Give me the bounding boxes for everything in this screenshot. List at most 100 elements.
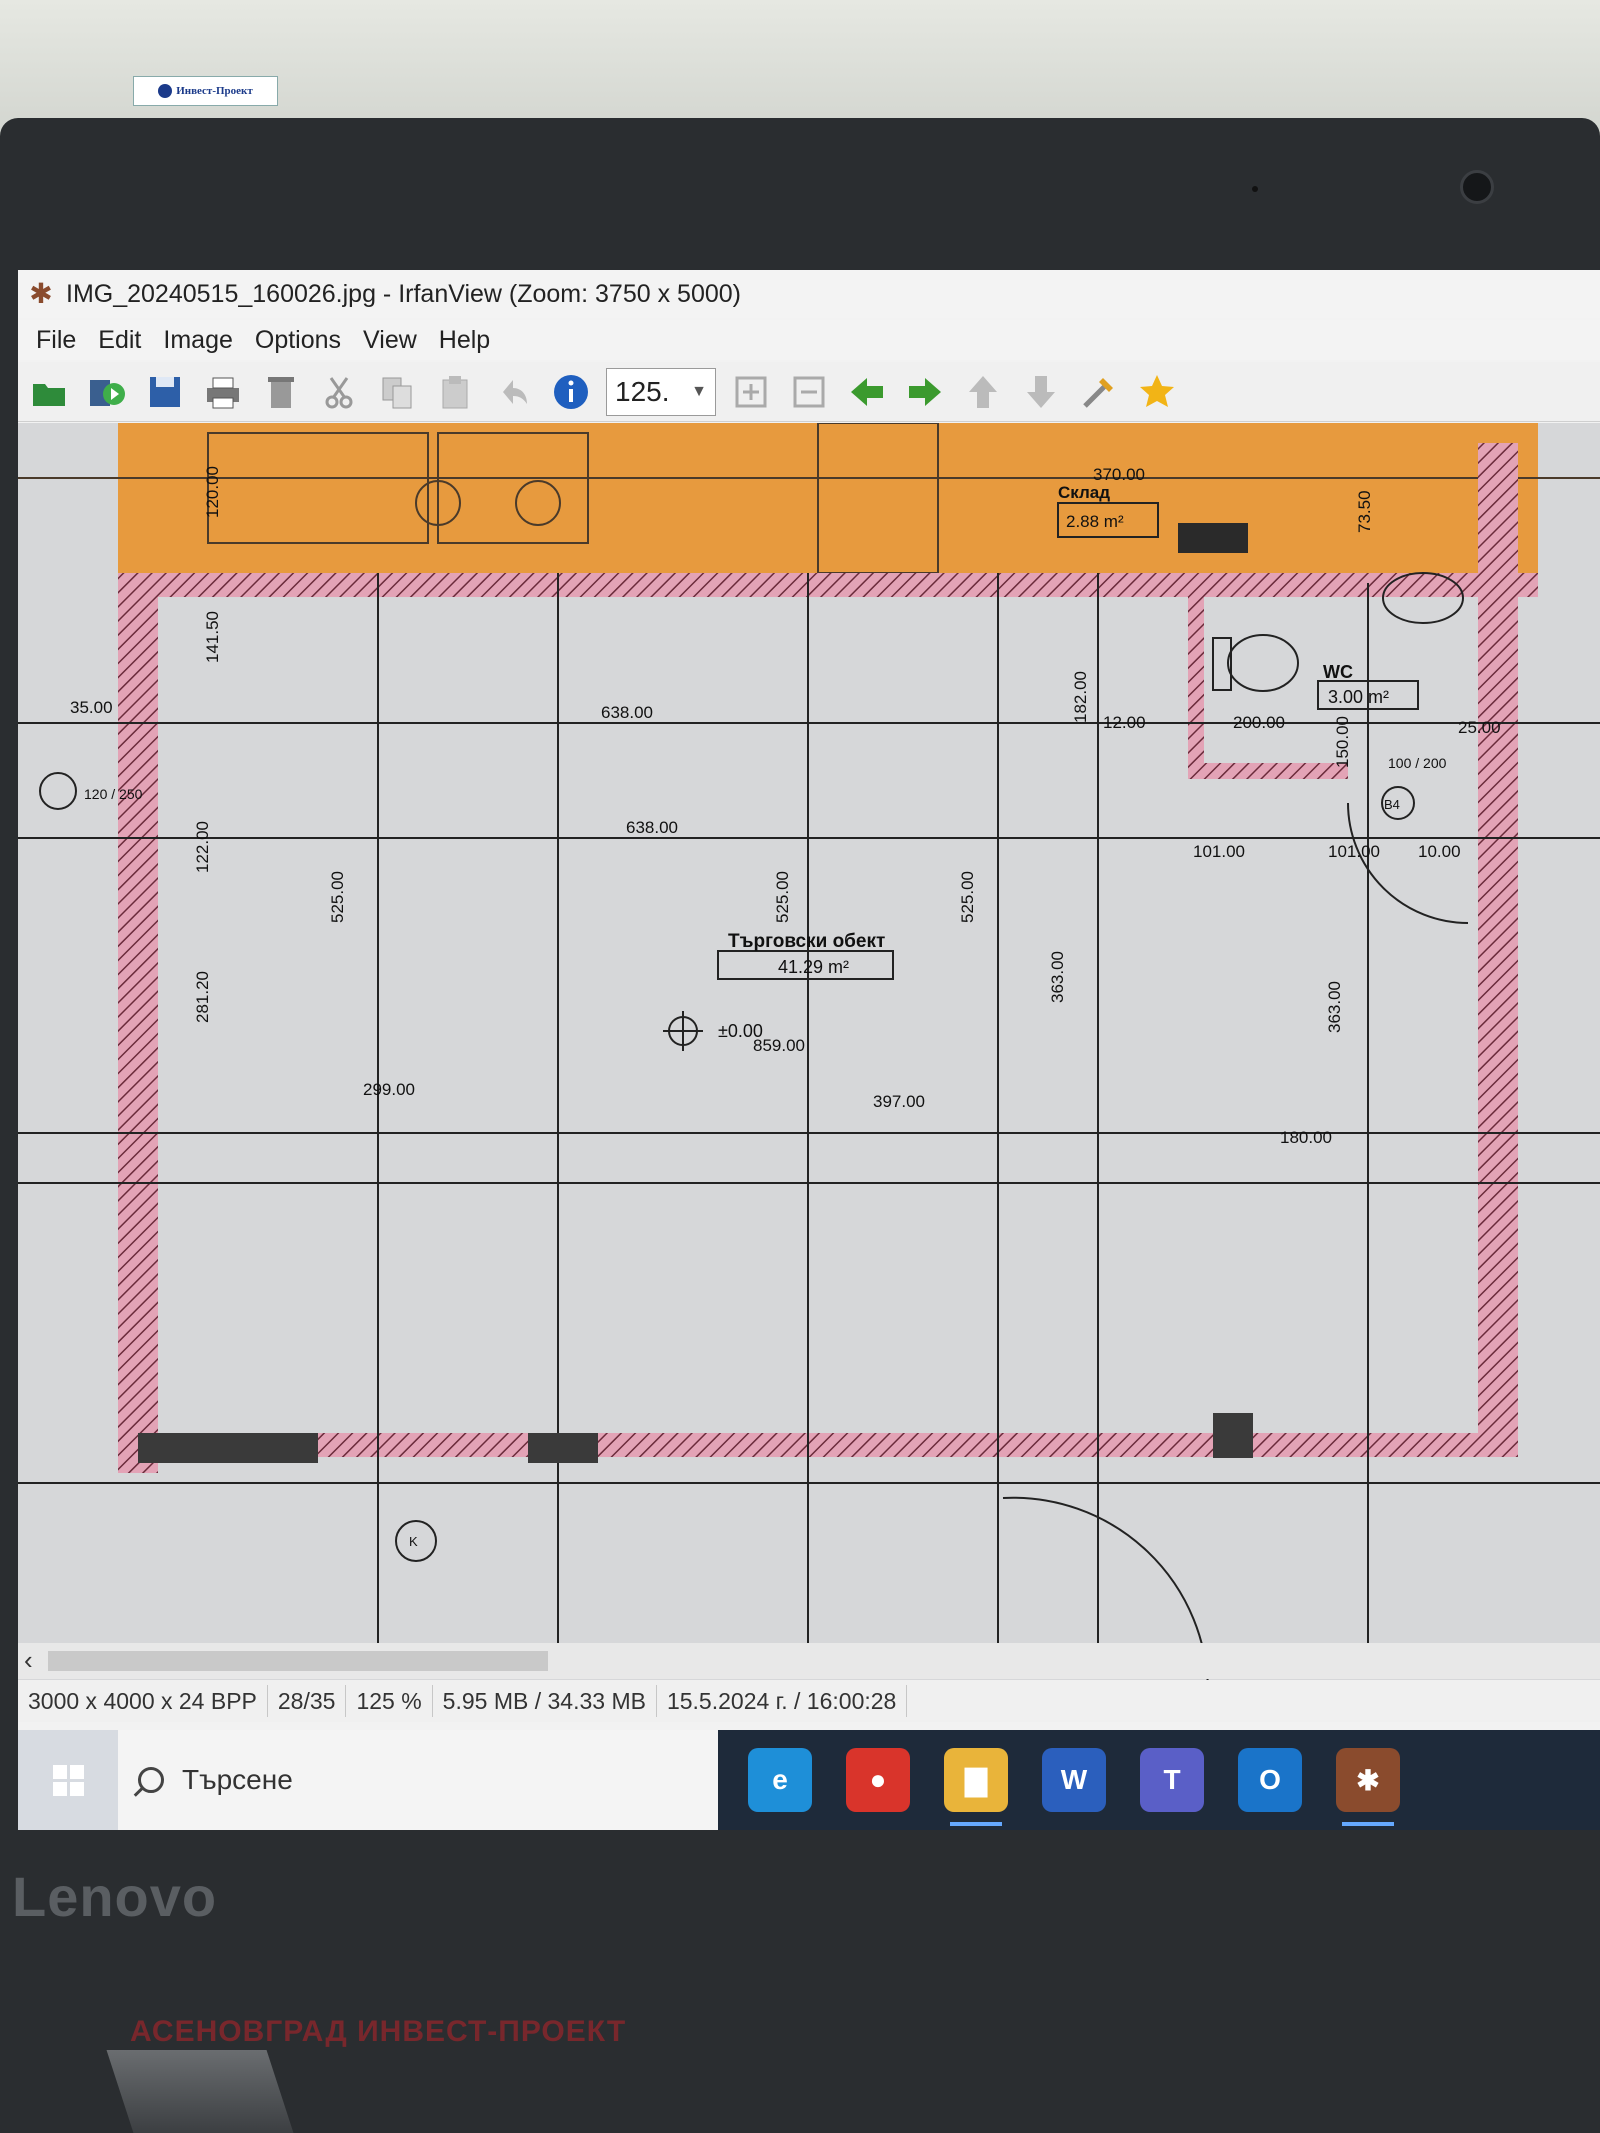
status-filesize: 5.95 MB / 34.33 MB: [433, 1685, 657, 1717]
dim-3: 859.00: [753, 1036, 805, 1055]
status-zoom: 125 %: [346, 1685, 433, 1717]
copy-icon[interactable]: [374, 369, 420, 415]
prev-icon[interactable]: [844, 369, 890, 415]
zoom-in-icon[interactable]: [728, 369, 774, 415]
tag-k: K: [409, 1534, 418, 1549]
toolbar: 125. ▼: [18, 362, 1600, 422]
dim-6: 525.00: [328, 871, 347, 923]
wall-right: [1478, 443, 1518, 1443]
scroll-left-icon[interactable]: ‹: [24, 1645, 33, 1676]
windows-icon: [52, 1764, 84, 1796]
webcam-icon: [1460, 170, 1494, 204]
dim-15: 101.00: [1328, 842, 1380, 861]
delete-icon[interactable]: [258, 369, 304, 415]
room-store-name: Склад: [1058, 483, 1110, 502]
word-icon[interactable]: W: [1042, 1748, 1106, 1812]
zoom-value: 125.: [615, 375, 670, 407]
dim-10: 363.00: [1325, 981, 1344, 1033]
dim-8: 525.00: [958, 871, 977, 923]
window-titlebar[interactable]: ✱ IMG_20240515_160026.jpg - IrfanView (Z…: [18, 270, 1600, 318]
taskbar-search[interactable]: Търсене: [118, 1730, 718, 1830]
save-icon[interactable]: [142, 369, 188, 415]
room-wc-area: 3.00 m²: [1328, 687, 1389, 707]
menu-bar: File Edit Image Options View Help: [18, 320, 1600, 360]
company-logo: Инвест-Проект: [133, 76, 278, 106]
watermark-text: АСЕНОВГРАД ИНВЕСТ-ПРОЕКТ: [130, 2015, 627, 2048]
open-icon[interactable]: [26, 369, 72, 415]
wall-bottom: [118, 1433, 1518, 1457]
dim-18: 35.00: [70, 698, 113, 717]
logo-text: Инвест-Проект: [176, 85, 253, 97]
image-viewport[interactable]: Търговски обект 41.29 m² WC 3.00 m² Скла…: [18, 423, 1600, 1680]
screen: ✱ IMG_20240515_160026.jpg - IrfanView (Z…: [18, 270, 1600, 1830]
dim-20: 370.00: [1093, 465, 1145, 484]
status-bar: 3000 x 4000 x 24 BPP 28/35 125 % 5.95 MB…: [18, 1680, 1600, 1722]
undo-icon[interactable]: [490, 369, 536, 415]
down-icon[interactable]: [1018, 369, 1064, 415]
dim-12: 200.00: [1233, 713, 1285, 732]
info-icon[interactable]: [548, 369, 594, 415]
scroll-thumb[interactable]: [48, 1651, 548, 1671]
paste-icon[interactable]: [432, 369, 478, 415]
zoom-select[interactable]: 125. ▼: [606, 367, 716, 416]
dim-26: 73.50: [1355, 490, 1374, 533]
dim-16: 10.00: [1418, 842, 1461, 861]
start-button[interactable]: [18, 1730, 118, 1830]
up-icon[interactable]: [960, 369, 1006, 415]
dim-14: 101.00: [1193, 842, 1245, 861]
status-date: 15.5.2024 г. / 16:00:28: [657, 1685, 908, 1717]
room-wc-name: WC: [1323, 662, 1353, 682]
taskbar: Търсене e ● ▇ W T O ✱: [18, 1730, 1600, 1830]
menu-image[interactable]: Image: [163, 326, 232, 355]
explorer-icon[interactable]: ▇: [944, 1748, 1008, 1826]
dim-22: 141.50: [203, 611, 222, 663]
print-icon[interactable]: [200, 369, 246, 415]
menu-edit[interactable]: Edit: [98, 326, 141, 355]
window-title: IMG_20240515_160026.jpg - IrfanView (Zoo…: [66, 279, 741, 308]
brand-label: Lenovo: [12, 1865, 218, 1928]
menu-view[interactable]: View: [363, 326, 417, 355]
edge-icon[interactable]: e: [748, 1748, 812, 1812]
wall-top: [118, 573, 1538, 597]
tag-b4: B4: [1384, 797, 1400, 812]
laptop-hinge: [106, 2050, 294, 2133]
slideshow-icon[interactable]: [84, 369, 130, 415]
dim-9: 363.00: [1048, 951, 1067, 1003]
room-store-area: 2.88 m²: [1066, 512, 1124, 531]
horizontal-scrollbar[interactable]: ‹: [18, 1643, 1600, 1679]
tag-left: 120 / 250: [84, 786, 143, 802]
dim-7: 525.00: [773, 871, 792, 923]
next-icon[interactable]: [902, 369, 948, 415]
status-dimensions: 3000 x 4000 x 24 BPP: [18, 1685, 268, 1717]
room-main-name: Търговски обект: [728, 931, 885, 952]
zoom-out-icon[interactable]: [786, 369, 832, 415]
search-placeholder: Търсене: [182, 1764, 293, 1795]
dim-19: 180.00: [1280, 1128, 1332, 1147]
menu-help[interactable]: Help: [439, 326, 490, 355]
chevron-down-icon: ▼: [691, 382, 707, 400]
room-main-area: 41.29 m²: [778, 957, 849, 977]
dim-25: 120.00: [203, 466, 222, 518]
status-index: 28/35: [268, 1685, 347, 1717]
dim-11: 182.00: [1071, 671, 1090, 723]
floor-plan-image: Търговски обект 41.29 m² WC 3.00 m² Скла…: [18, 423, 1600, 1680]
dim-24: 150.00: [1333, 716, 1352, 768]
camera-light: [1252, 186, 1258, 192]
teams-icon[interactable]: T: [1140, 1748, 1204, 1812]
outlook-icon[interactable]: O: [1238, 1748, 1302, 1812]
chrome-icon[interactable]: ●: [846, 1748, 910, 1812]
wall-left: [118, 573, 158, 1473]
dim-5: 299.00: [363, 1080, 415, 1099]
menu-options[interactable]: Options: [255, 326, 341, 355]
cut-icon[interactable]: [316, 369, 362, 415]
dim-4: 397.00: [873, 1092, 925, 1111]
dim-21: 281.20: [193, 971, 212, 1023]
irfanview-icon[interactable]: ✱: [1336, 1748, 1400, 1826]
orange-area: [118, 423, 1538, 573]
dim-17: 25.00: [1458, 718, 1501, 737]
favorite-icon[interactable]: [1134, 369, 1180, 415]
dim-13: 12.00: [1103, 713, 1146, 732]
dim-2: 638.00: [626, 818, 678, 837]
menu-file[interactable]: File: [36, 326, 76, 355]
settings-icon[interactable]: [1076, 369, 1122, 415]
